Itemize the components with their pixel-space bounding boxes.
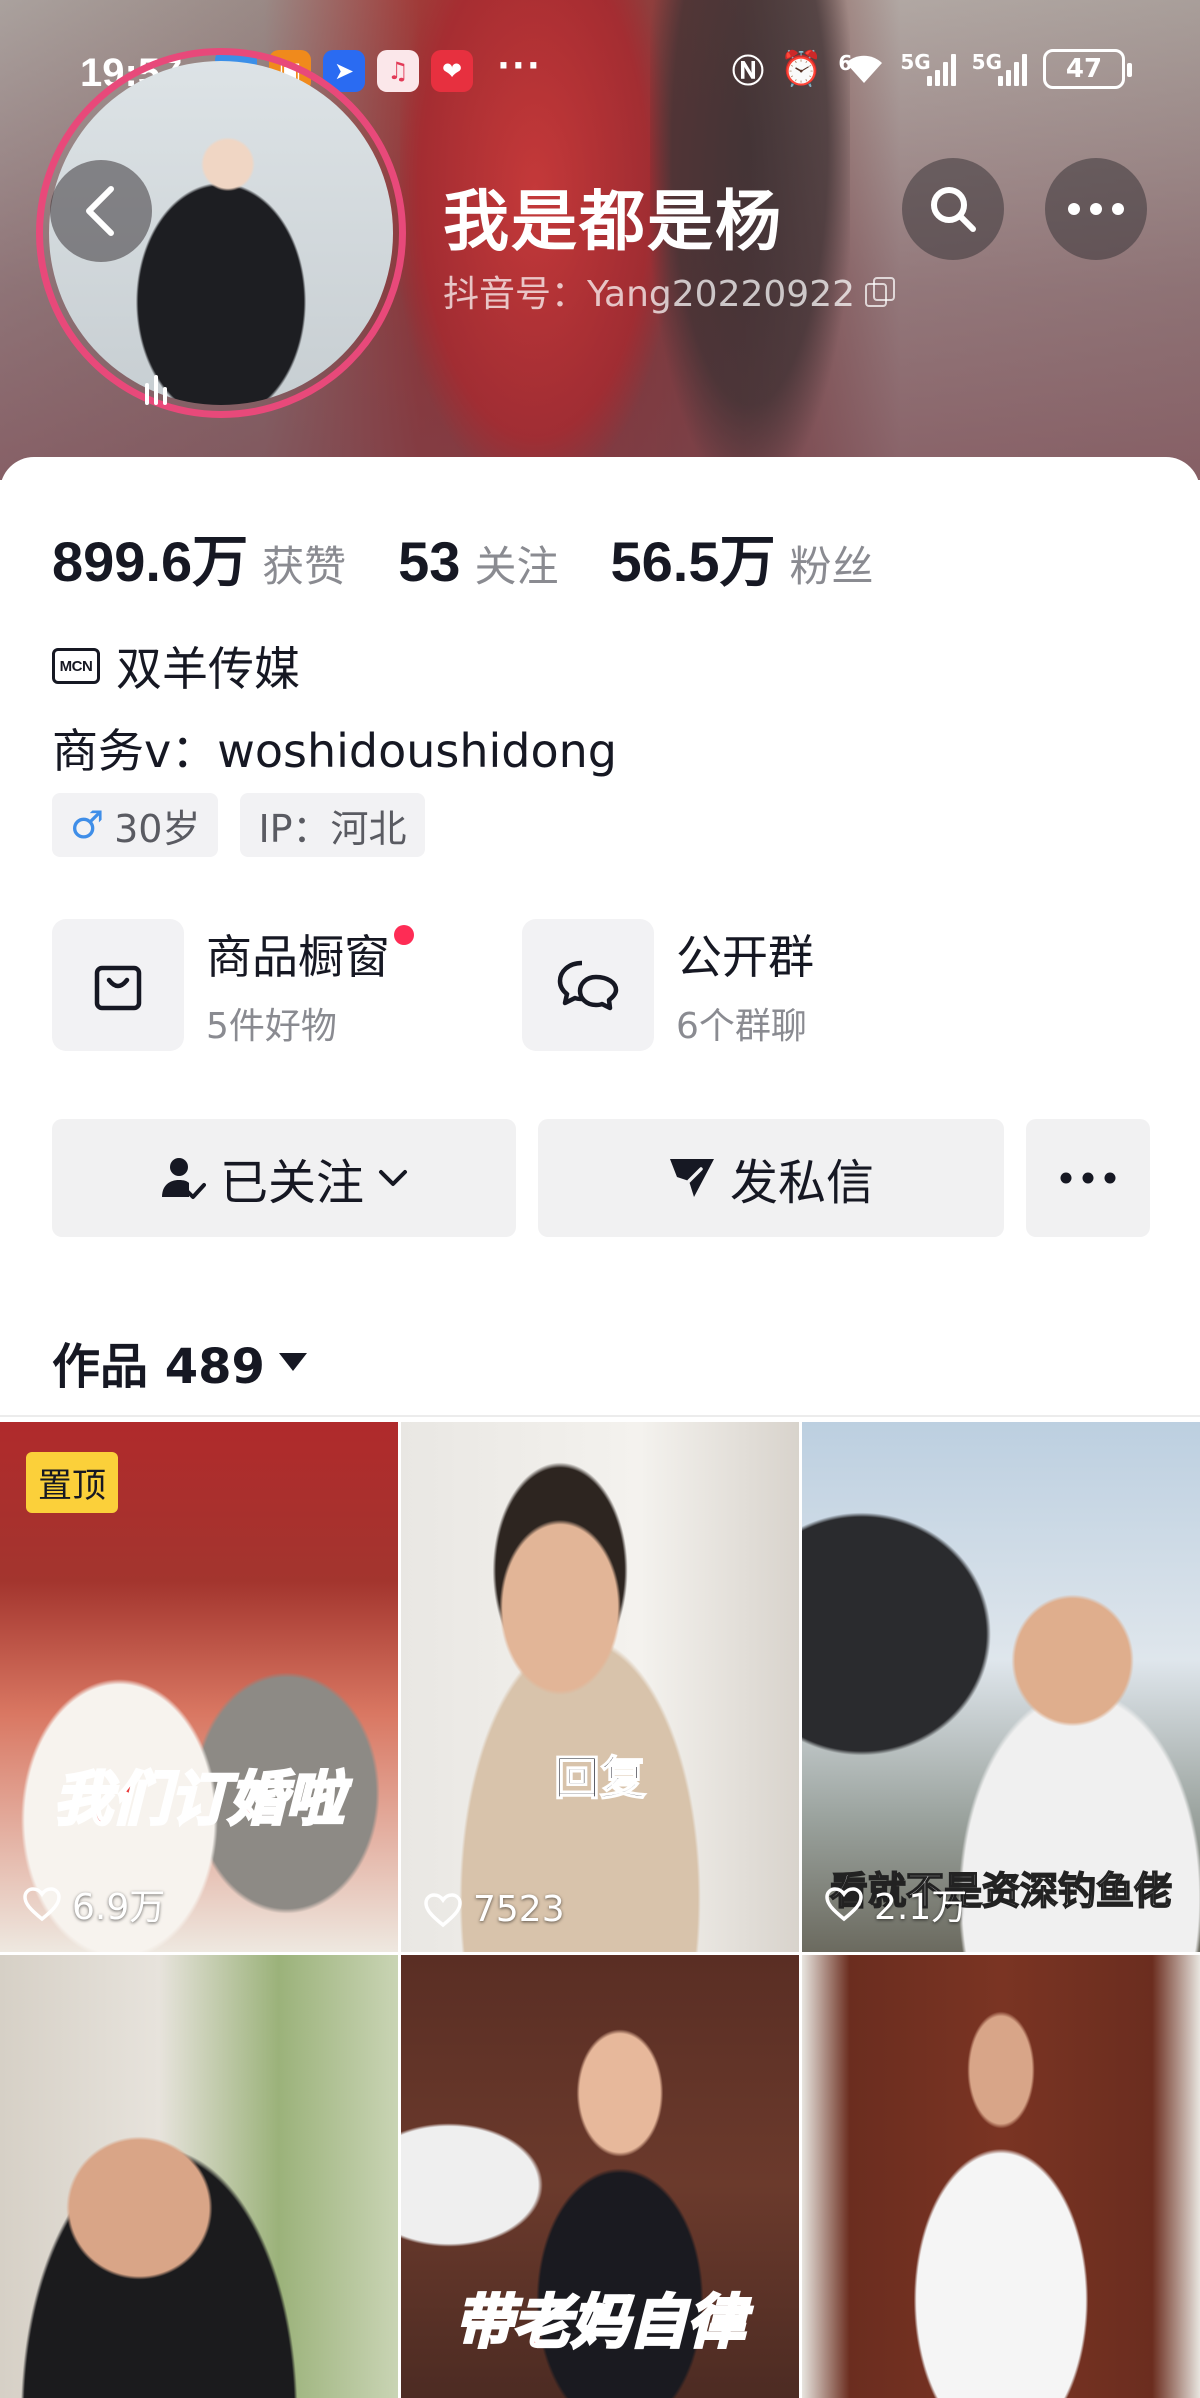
more-dots-icon xyxy=(1060,1172,1116,1184)
alarm-icon: ⏰ xyxy=(780,49,823,89)
chevron-down-icon xyxy=(379,1170,407,1186)
search-button[interactable] xyxy=(902,158,1004,260)
pinned-badge: 置顶 xyxy=(26,1452,118,1513)
status-more-dots: ··· xyxy=(497,46,542,86)
shopping-bag-icon xyxy=(52,919,184,1051)
feature-public-group[interactable]: 公开群 6个群聊 xyxy=(522,919,992,1051)
user-check-icon xyxy=(161,1158,206,1199)
group-chat-icon xyxy=(522,919,654,1051)
stat-likes[interactable]: 899.6万 获赞 xyxy=(52,517,346,598)
wifi-icon: 6 xyxy=(838,53,884,85)
send-message-label: 发私信 xyxy=(729,1155,874,1211)
live-indicator-icon xyxy=(145,375,167,405)
nfc-icon: Ⓝ xyxy=(732,52,765,90)
status-right-icons: Ⓝ ⏰ 6 5G 5G 47 xyxy=(732,46,1132,92)
signal-icon-1: 5G xyxy=(900,52,956,86)
stat-likes-value: 899.6万 xyxy=(52,530,249,593)
divider xyxy=(0,1415,1200,1417)
douyin-id-text: 抖音号：Yang20220922 xyxy=(443,274,855,315)
ip-text: IP：河北 xyxy=(258,806,407,851)
battery-level: 47 xyxy=(1065,54,1103,84)
feature-shop-title: 商品橱窗 xyxy=(206,930,390,984)
profile-stats: 899.6万 获赞 53 关注 56.5万 粉丝 xyxy=(52,517,925,598)
video-caption: 带老妈自律 xyxy=(453,2287,746,2358)
male-icon: ♂ xyxy=(70,803,105,847)
video-likes: 7523 xyxy=(423,1889,565,1930)
video-thumbnail[interactable]: 置顶 我们订婚啦 6.9万 xyxy=(0,1422,398,1952)
feature-shop-title-wrap: 商品橱窗 xyxy=(206,921,414,987)
profile-features: 商品橱窗 5件好物 公开群 6个群聊 xyxy=(52,919,992,1051)
back-button[interactable] xyxy=(50,160,152,262)
stat-following-value: 53 xyxy=(398,530,461,593)
video-thumbnail[interactable]: 看就不是资深钓鱼佬 2.1万 xyxy=(802,1422,1200,1952)
feature-group-subtitle: 6个群聊 xyxy=(676,1006,807,1047)
paper-plane-icon xyxy=(669,1159,714,1197)
more-actions-button[interactable] xyxy=(1026,1119,1150,1237)
video-thumbnail[interactable] xyxy=(802,1955,1200,2398)
video-thumbnail-image xyxy=(802,1955,1200,2398)
video-thumbnail-image xyxy=(0,1955,398,2398)
video-caption: 我们订婚啦 xyxy=(52,1764,345,1835)
search-icon xyxy=(931,187,976,232)
heart-app-icon: ❤ xyxy=(431,50,473,92)
video-caption: 回复 xyxy=(553,1750,647,1806)
age-text: 30岁 xyxy=(114,806,201,851)
followed-button[interactable]: 已关注 xyxy=(52,1119,516,1237)
heart-outline-icon xyxy=(23,1887,61,1922)
heart-outline-icon xyxy=(825,1887,863,1922)
feature-group-title: 公开群 xyxy=(676,930,814,984)
profile-bio: 商务v：woshidoushidong xyxy=(52,724,617,778)
feature-shop-window[interactable]: 商品橱窗 5件好物 xyxy=(52,919,522,1051)
mcn-badge-icon: MCN xyxy=(52,648,100,684)
signal-icon-2: 5G xyxy=(972,52,1027,86)
mcn-agency[interactable]: MCN 双羊传媒 xyxy=(52,633,300,699)
caret-down-icon xyxy=(278,1353,307,1371)
battery-icon: 47 xyxy=(1043,49,1132,89)
copy-icon[interactable] xyxy=(865,277,895,307)
feature-shop-subtitle: 5件好物 xyxy=(206,1006,337,1047)
stat-followers-label: 粉丝 xyxy=(789,542,874,591)
video-grid: 置顶 我们订婚啦 6.9万 回复 7523 看就不是资深钓鱼佬 2.1万 带老妈… xyxy=(0,1422,1200,2398)
more-options-button[interactable] xyxy=(1045,158,1147,260)
video-thumbnail-image xyxy=(401,1422,799,1952)
stat-followers-value: 56.5万 xyxy=(610,530,776,593)
video-thumbnail[interactable]: 带老妈自律 xyxy=(401,1955,799,2398)
heart-outline-icon xyxy=(424,1892,462,1927)
music-app-icon: ♫ xyxy=(377,50,419,92)
notification-dot xyxy=(394,925,414,945)
video-thumbnail[interactable]: 回复 7523 xyxy=(401,1422,799,1952)
video-thumbnail[interactable] xyxy=(0,1955,398,2398)
works-title-text: 作品 489 xyxy=(52,1339,265,1395)
stat-following[interactable]: 53 关注 xyxy=(398,529,558,594)
video-likes: 6.9万 xyxy=(22,1878,165,1930)
ip-tag: IP：河北 xyxy=(240,793,425,857)
profile-tags: ♂ 30岁 IP：河北 xyxy=(52,793,425,857)
stat-likes-label: 获赞 xyxy=(262,542,347,591)
more-dots-icon xyxy=(1068,203,1124,215)
video-likes-count: 7523 xyxy=(473,1889,565,1930)
video-likes: 2.1万 xyxy=(824,1878,967,1930)
works-tab[interactable]: 作品 489 xyxy=(52,1327,307,1397)
profile-nickname: 我是都是杨 xyxy=(443,183,783,260)
send-message-button[interactable]: 发私信 xyxy=(538,1119,1004,1237)
age-tag: ♂ 30岁 xyxy=(52,793,219,857)
followed-label: 已关注 xyxy=(219,1155,364,1211)
video-likes-count: 2.1万 xyxy=(874,1887,968,1928)
douyin-id[interactable]: 抖音号：Yang20220922 xyxy=(443,265,895,317)
stat-followers[interactable]: 56.5万 粉丝 xyxy=(610,517,873,598)
video-likes-count: 6.9万 xyxy=(72,1887,166,1928)
profile-actions: 已关注 发私信 xyxy=(52,1119,1150,1237)
mcn-name: 双羊传媒 xyxy=(116,642,300,696)
stat-following-label: 关注 xyxy=(474,542,559,591)
chevron-left-icon xyxy=(86,186,114,236)
